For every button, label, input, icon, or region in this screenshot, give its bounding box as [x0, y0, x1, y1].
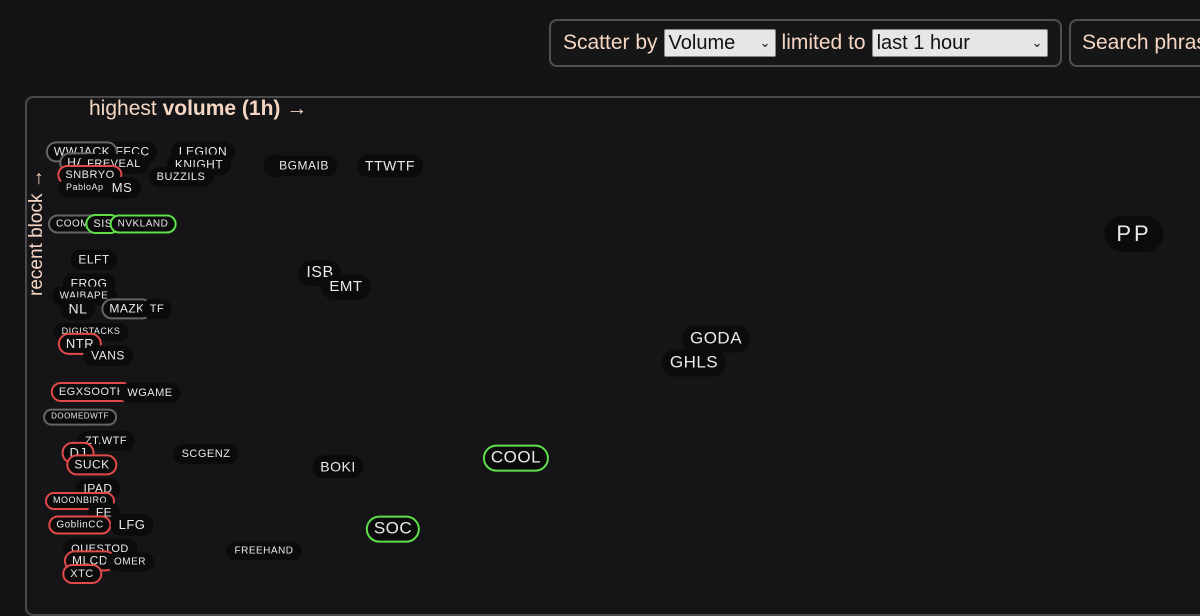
token-pill[interactable]: LFG [110, 513, 154, 537]
token-pill[interactable]: BOKI [312, 455, 364, 479]
token-pill[interactable]: EMT [321, 274, 371, 300]
token-pill[interactable]: SUCK [66, 454, 118, 476]
token-pill[interactable]: COOL [482, 444, 550, 472]
token-pill[interactable]: FREEHAND [226, 541, 302, 561]
scatter-controls: Scatter by Volume ⌄ limited to last 1 ho… [549, 19, 1062, 67]
scatter-by-label: Scatter by [563, 31, 658, 54]
x-axis-label-prefix: highest [89, 97, 163, 120]
chevron-down-icon: ⌄ [759, 35, 771, 50]
token-pill[interactable]: OMER [106, 552, 154, 572]
token-pill[interactable]: NL [60, 297, 96, 321]
token-pill[interactable]: SOC [365, 515, 421, 543]
x-axis-label-metric: volume (1h) [162, 97, 281, 120]
token-pill[interactable]: VANS [83, 345, 133, 367]
scatter-by-value: Volume [668, 31, 736, 54]
token-pill[interactable]: PP [1104, 215, 1164, 253]
scatter-by-select[interactable]: Volume ⌄ [663, 29, 776, 57]
token-pill[interactable]: DOOMEDWTF [43, 408, 117, 426]
x-axis-label: highest volume (1h) → [89, 97, 307, 121]
token-pill[interactable]: GoblinCC [48, 515, 112, 535]
token-pill[interactable]: TF [141, 298, 173, 320]
x-axis-label-arrow: → [280, 97, 308, 120]
token-pill[interactable]: XTC [62, 563, 102, 585]
token-pill[interactable]: ELFT [70, 249, 118, 271]
token-pill[interactable]: BUZZILS [148, 166, 214, 188]
y-axis-label: recent block → [26, 169, 47, 296]
token-pill[interactable]: NVKLAND [109, 214, 177, 234]
chevron-down-icon: ⌄ [1031, 35, 1043, 50]
token-pill[interactable]: WGAME [119, 382, 181, 404]
search-input[interactable]: Search phrase [1069, 19, 1200, 67]
token-pill[interactable]: SCGENZ [173, 443, 239, 465]
time-window-select[interactable]: last 1 hour ⌄ [871, 29, 1048, 57]
token-pill[interactable]: MS [103, 176, 141, 200]
limited-to-label: limited to [781, 31, 866, 54]
token-pill[interactable]: GODA [681, 325, 751, 353]
search-placeholder: Search phrase [1082, 31, 1200, 54]
token-pill[interactable]: GHLS [661, 349, 727, 377]
token-pill[interactable]: TTWTF [357, 154, 423, 178]
token-pill[interactable]: BGMAIB [271, 155, 337, 177]
time-window-value: last 1 hour [876, 31, 970, 54]
